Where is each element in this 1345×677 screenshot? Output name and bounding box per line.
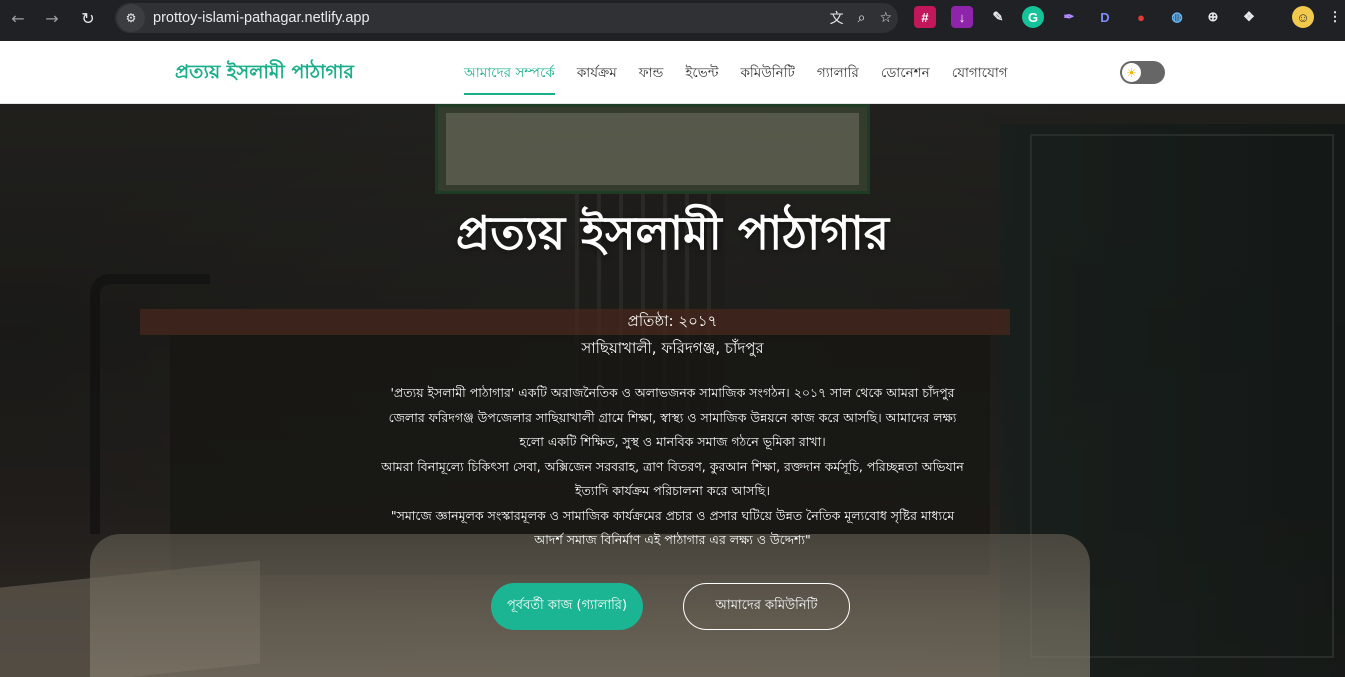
description-line: আমরা বিনামূল্যে চিকিৎসা সেবা, অক্সিজেন স… bbox=[381, 458, 964, 474]
back-arrow-icon[interactable]: ← bbox=[6, 6, 30, 30]
profile-avatar[interactable]: ☺ bbox=[1292, 6, 1314, 28]
address-bar[interactable]: ⚙ prottoy-islami-pathagar.netlify.app 文 … bbox=[115, 3, 898, 33]
extension-eyedropper-icon[interactable]: ✎ bbox=[987, 6, 1009, 28]
nav-item-about[interactable]: আমাদের সম্পর্কে bbox=[464, 62, 555, 95]
theme-toggle[interactable]: ☀ bbox=[1120, 61, 1165, 84]
omnibox-actions: 文 ⌕ ☆ bbox=[830, 3, 892, 33]
extension-grammarly-icon[interactable]: G bbox=[1022, 6, 1044, 28]
extension-world-icon[interactable]: ⊕ bbox=[1202, 6, 1224, 28]
browser-toolbar: ← → ↻ ⚙ prottoy-islami-pathagar.netlify.… bbox=[0, 0, 1345, 41]
nav-item-donation[interactable]: ডোনেশন bbox=[881, 62, 930, 95]
nav-item-fund[interactable]: ফান্ড bbox=[639, 62, 664, 95]
extension-d-icon[interactable]: D bbox=[1094, 6, 1116, 28]
site-info-icon[interactable]: ⚙ bbox=[117, 4, 145, 32]
browser-menu-icon[interactable]: ⋮ bbox=[1328, 6, 1342, 28]
hero-title: প্রত্যয় ইসলামী পাঠাগার bbox=[455, 206, 890, 260]
extension-hash-icon[interactable]: # bbox=[914, 6, 936, 28]
nav-item-community[interactable]: কমিউনিটি bbox=[740, 62, 794, 95]
bookmark-star-icon[interactable]: ☆ bbox=[879, 10, 892, 26]
forward-arrow-icon[interactable]: → bbox=[40, 6, 64, 30]
hero-description: 'প্রত্যয় ইসলামী পাঠাগার' একটি অরাজনৈতিক… bbox=[350, 381, 995, 553]
description-line: ইত্যাদি কার্যক্রম পরিচালনা করে আসছি। bbox=[575, 483, 770, 498]
site-brand[interactable]: প্রত্যয় ইসলামী পাঠাগার bbox=[175, 58, 354, 90]
extension-globe-icon[interactable]: ◍ bbox=[1166, 6, 1188, 28]
nav-item-gallery[interactable]: গ্যালারি bbox=[817, 62, 859, 95]
extensions-puzzle-icon[interactable]: ❖ bbox=[1238, 6, 1260, 28]
description-line: "সমাজে জ্ঞানমূলক সংস্কারমূলক ও সামাজিক ক… bbox=[390, 507, 955, 523]
main-menu: আমাদের সম্পর্কে কার্যক্রম ফান্ড ইভেন্ট ক… bbox=[464, 62, 1008, 95]
sun-icon: ☀ bbox=[1122, 63, 1141, 82]
extension-feather-icon[interactable]: ✒ bbox=[1058, 6, 1080, 28]
reload-icon[interactable]: ↻ bbox=[76, 6, 100, 30]
nav-item-activities[interactable]: কার্যক্রম bbox=[577, 62, 617, 95]
description-line: জেলার ফরিদগঞ্জ উপজেলার সাছিয়াখালী গ্রাম… bbox=[388, 409, 957, 425]
established-text: প্রতিষ্ঠা: ২০১৭ bbox=[627, 312, 718, 330]
description-line: হলো একটি শিক্ষিত, সুস্থ ও মানবিক সমাজ গঠ… bbox=[519, 434, 826, 449]
gallery-button[interactable]: পূর্ববর্তী কাজ (গ্যালারি) bbox=[491, 583, 643, 630]
site-navbar: প্রত্যয় ইসলামী পাঠাগার আমাদের সম্পর্কে … bbox=[0, 41, 1345, 104]
community-button[interactable]: আমাদের কমিউনিটি bbox=[683, 583, 850, 630]
nav-item-contact[interactable]: যোগাযোগ bbox=[952, 62, 1008, 95]
extension-red-icon[interactable]: ● bbox=[1130, 6, 1152, 28]
hero-section: প্রত্যয় ইসলামী পাঠাগার প্রতিষ্ঠা: ২০১৭ … bbox=[0, 104, 1345, 677]
nav-item-events[interactable]: ইভেন্ট bbox=[685, 62, 718, 95]
translate-icon[interactable]: 文 bbox=[830, 8, 844, 28]
extension-download-icon[interactable]: ↓ bbox=[951, 6, 973, 28]
url-text[interactable]: prottoy-islami-pathagar.netlify.app bbox=[153, 10, 370, 26]
description-line: 'প্রত্যয় ইসলামী পাঠাগার' একটি অরাজনৈতিক… bbox=[390, 385, 955, 400]
zoom-icon[interactable]: ⌕ bbox=[858, 10, 866, 26]
description-line: আদর্শ সমাজ বিনির্মাণ এই পাঠাগার এর লক্ষ্… bbox=[534, 532, 811, 547]
location-text: সাছিয়াখালী, ফরিদগঞ্জ, চাঁদপুর bbox=[581, 339, 764, 357]
